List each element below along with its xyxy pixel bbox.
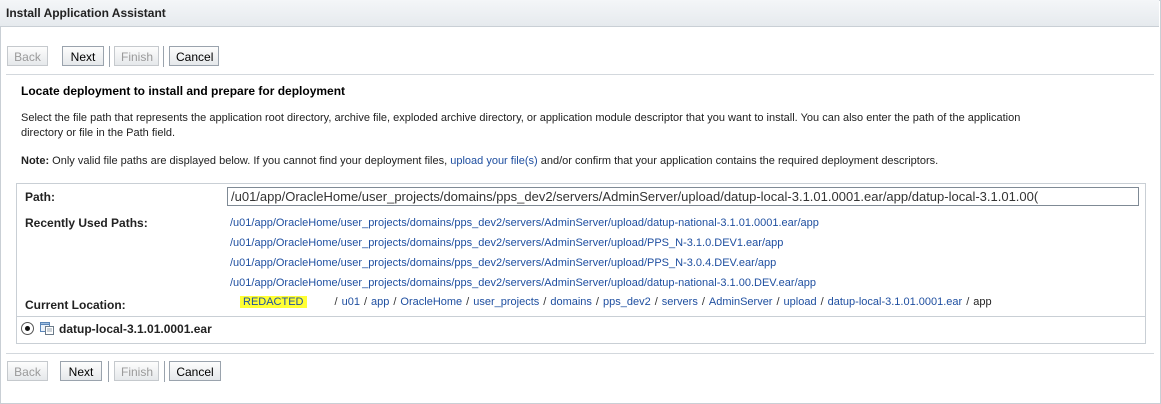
note: Note: Only valid file paths are displaye… [21, 154, 1146, 169]
note-text-after: and/or confirm that your application con… [537, 155, 939, 167]
recent-paths-label: Recently Used Paths: [25, 216, 148, 230]
window-titlebar: Install Application Assistant [0, 0, 1159, 27]
current-location-breadcrumb: REDACTED / u01/app / OracleHome / user_project… [230, 296, 992, 308]
back-button-bottom[interactable]: Back [7, 361, 48, 381]
button-separator [109, 46, 110, 67]
crumb-link[interactable]: domains [550, 296, 592, 308]
instructions-line-1: Select the file path that represents the… [21, 112, 1021, 124]
crumb-link[interactable]: OracleHome [400, 296, 462, 308]
crumb-link[interactable]: AdminServer [709, 296, 773, 308]
recent-path-link[interactable]: /u01/app/OracleHome/user_projects/domain… [230, 277, 816, 289]
recent-path-link[interactable]: /u01/app/OracleHome/user_projects/domain… [230, 217, 819, 229]
instructions-line-2: directory or file in the Path field. [21, 127, 176, 139]
path-label: Path: [25, 190, 55, 204]
window-title: Install Application Assistant [6, 6, 166, 20]
button-separator [164, 361, 165, 382]
upload-files-link[interactable]: upload your file(s) [450, 155, 537, 167]
back-button-top[interactable]: Back [7, 46, 48, 66]
finish-button-bottom[interactable]: Finish [114, 361, 159, 381]
current-location-label: Current Location: [25, 298, 126, 312]
crumb-link[interactable]: app [371, 296, 389, 308]
archive-radio-button[interactable] [21, 322, 34, 335]
next-button-top[interactable]: Next [62, 46, 104, 66]
archive-file-icon [40, 322, 54, 335]
cancel-button-top[interactable]: Cancel [169, 46, 219, 66]
button-separator [163, 46, 164, 67]
recent-path-link[interactable]: /u01/app/OracleHome/user_projects/domain… [230, 237, 783, 249]
crumb-link[interactable]: datup-local-3.1.01.0001.ear [828, 296, 963, 308]
archive-name[interactable]: datup-local-3.1.01.0001.ear [59, 322, 212, 336]
instructions: Select the file path that represents the… [21, 111, 1146, 141]
cancel-button-bottom[interactable]: Cancel [169, 361, 221, 381]
divider [6, 74, 1154, 75]
recent-path-link[interactable]: /u01/app/OracleHome/user_projects/domain… [230, 257, 776, 269]
path-input[interactable]: /u01/app/OracleHome/user_projects/domain… [227, 187, 1139, 206]
crumb-link[interactable]: upload [784, 296, 817, 308]
crumb-link[interactable]: u01 [342, 296, 360, 308]
finish-button-top[interactable]: Finish [114, 46, 159, 66]
crumb-link[interactable]: servers [662, 296, 698, 308]
crumb-link[interactable]: pps_dev2 [603, 296, 651, 308]
section-heading: Locate deployment to install and prepare… [21, 84, 346, 98]
button-separator [108, 361, 109, 382]
crumb-link[interactable]: user_projects [473, 296, 539, 308]
next-button-bottom[interactable]: Next [60, 361, 102, 381]
note-label: Note: [21, 155, 50, 167]
path-form: Path: /u01/app/OracleHome/user_projects/… [16, 183, 1146, 317]
note-text-before: Only valid file paths are displayed belo… [49, 155, 448, 167]
crumb-current: app [973, 296, 992, 308]
redacted-crumb: REDACTED [240, 296, 307, 308]
divider [6, 353, 1154, 354]
